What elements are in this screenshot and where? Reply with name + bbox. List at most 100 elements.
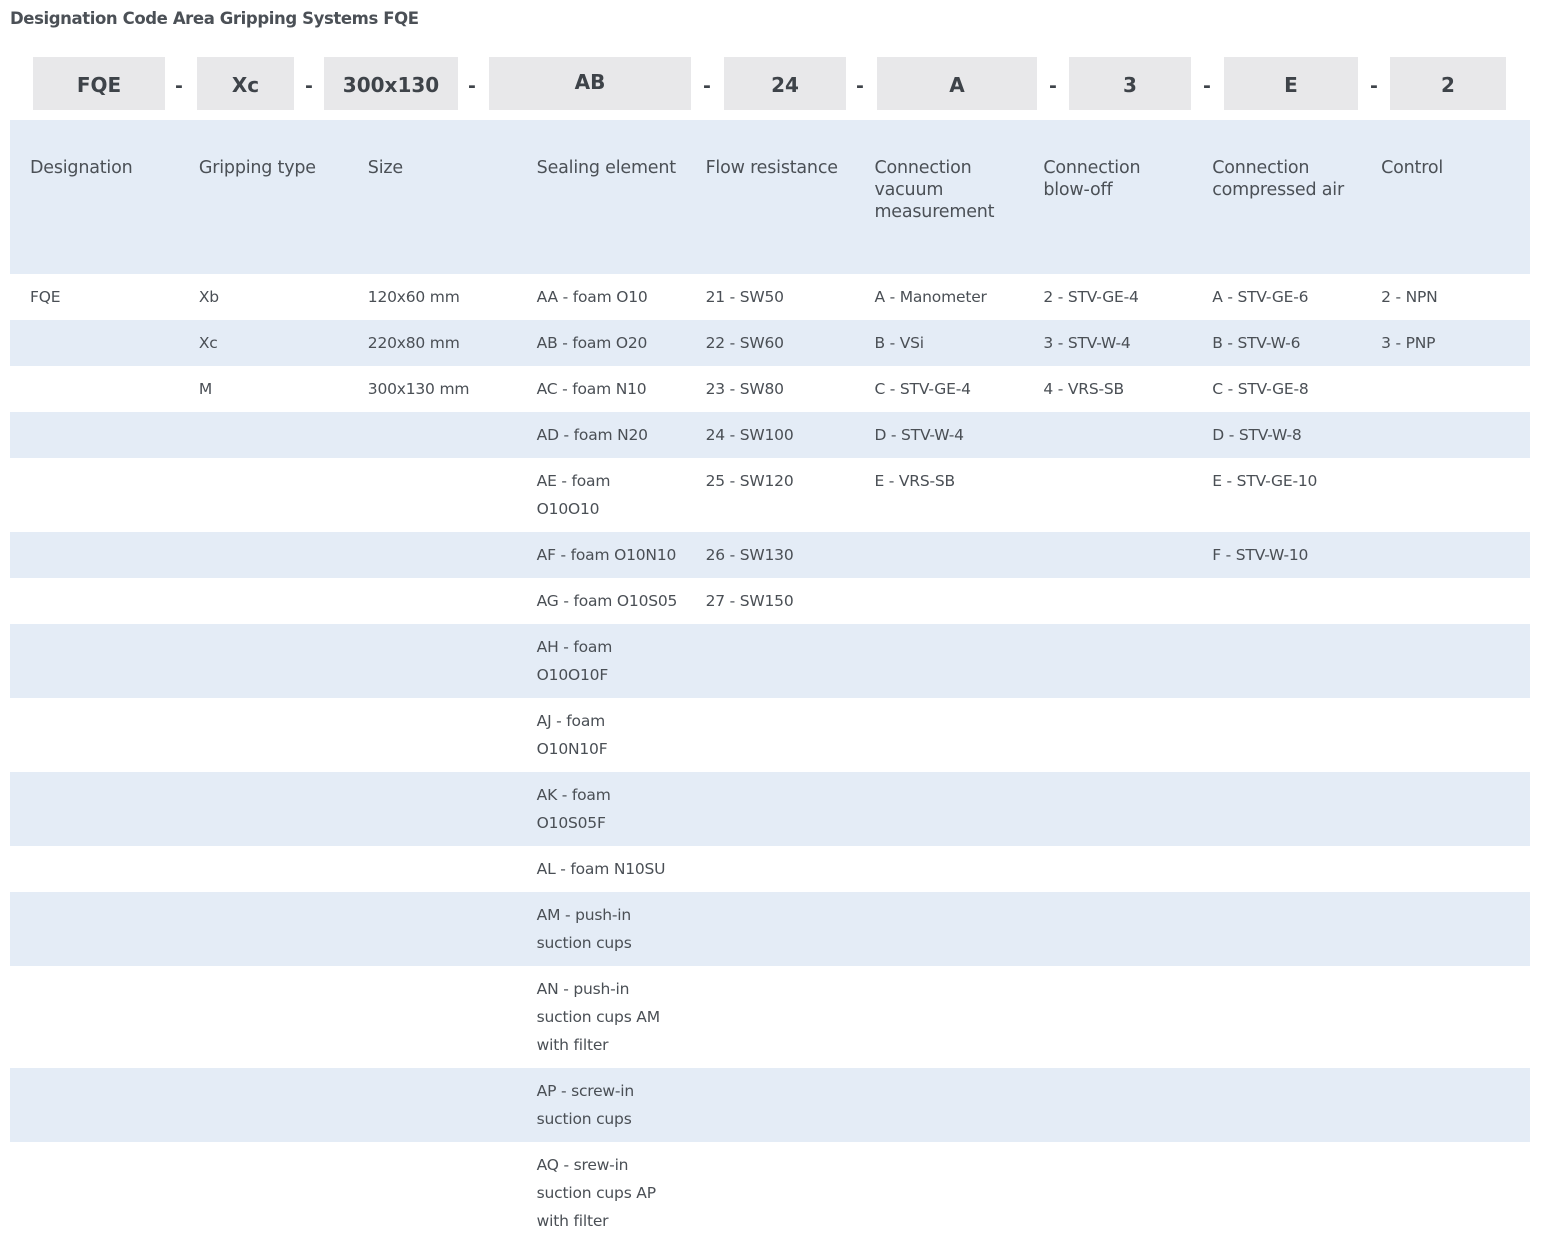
- cell-control: [1361, 578, 1530, 624]
- cell-sealing-element: AJ - foam O10N10F: [536, 712, 608, 758]
- code-separator: -: [856, 74, 864, 97]
- cell-gripping-type: [179, 846, 348, 892]
- cell-compressed-air: [1192, 624, 1362, 698]
- code-segment-vacuum-measurement: A: [877, 57, 1037, 110]
- cell-blow-off: [1023, 624, 1193, 698]
- page-title: Designation Code Area Gripping Systems F…: [10, 9, 419, 28]
- cell-gripping-type: Xb: [198, 288, 219, 306]
- code-segment-size: 300x130: [324, 57, 458, 110]
- cell-control: [1361, 366, 1530, 412]
- table-row: AL - foam N10SU: [10, 846, 1530, 892]
- cell-control: [1361, 846, 1530, 892]
- code-separator: -: [468, 74, 476, 97]
- table-row: AQ - srew-in suction cups AP with filter: [10, 1142, 1530, 1244]
- cell-flow-resistance: [686, 846, 855, 892]
- cell-vacuum-measurement: B - VSi: [854, 320, 1024, 366]
- cell-gripping-type: [178, 532, 348, 578]
- table-row: Xc 220x80 mm AB - foam O20 22 - SW60 B -…: [10, 320, 1531, 366]
- code-segment-sealing-element: AB: [489, 57, 691, 110]
- cell-sealing-element: AN - push-in suction cups AM with filter: [536, 980, 660, 1054]
- cell-vacuum-measurement: E - VRS-SB: [874, 472, 955, 490]
- cell-vacuum-measurement: [854, 578, 1023, 624]
- table-row: AN - push-in suction cups AM with filter: [10, 966, 1530, 1068]
- cell-blow-off: 2 - STV-GE-4: [1043, 288, 1139, 306]
- code-segment-designation: FQE: [33, 57, 165, 110]
- code-segment-compressed-air: E: [1224, 57, 1358, 110]
- cell-sealing-element: AB - foam O20: [516, 320, 686, 366]
- cell-control: [1361, 624, 1531, 698]
- code-separator: -: [1049, 74, 1057, 97]
- cell-sealing-element: AH - foam O10O10F: [516, 624, 686, 698]
- cell-size: [348, 1142, 517, 1244]
- cell-gripping-type: [178, 624, 348, 698]
- cell-compressed-air: [1192, 966, 1361, 1068]
- cell-gripping-type: [179, 458, 348, 532]
- cell-compressed-air: E - STV-GE-10: [1212, 472, 1318, 490]
- cell-blow-off: [1023, 772, 1193, 846]
- table-row: AG - foam O10S05 27 - SW150: [10, 578, 1530, 624]
- cell-vacuum-measurement: [854, 1142, 1023, 1244]
- cell-control: [1361, 1142, 1530, 1244]
- cell-designation: [10, 846, 179, 892]
- cell-designation: [10, 966, 179, 1068]
- header-compressed-air: Connection compressed air: [1192, 120, 1362, 274]
- cell-control: [1361, 698, 1530, 772]
- cell-compressed-air: [1192, 846, 1361, 892]
- cell-blow-off: [1023, 966, 1192, 1068]
- cell-size: [348, 578, 517, 624]
- table-row: M 300x130 mm AC - foam N10 23 - SW80 C -…: [10, 366, 1530, 412]
- cell-control: [1361, 458, 1530, 532]
- code-separator: -: [305, 74, 313, 97]
- cell-compressed-air: [1192, 892, 1362, 966]
- cell-flow-resistance: 21 - SW50: [705, 288, 784, 306]
- cell-blow-off: [1023, 1068, 1193, 1142]
- cell-blow-off: [1023, 458, 1192, 532]
- cell-blow-off: [1023, 1142, 1192, 1244]
- code-segment-control: 2: [1390, 57, 1506, 110]
- cell-control: 2 - NPN: [1381, 288, 1438, 306]
- cell-designation: [10, 366, 179, 412]
- code-separator: -: [1203, 74, 1211, 97]
- cell-sealing-element: AL - foam N10SU: [536, 860, 666, 878]
- cell-sealing-element: AE - foam O10O10: [536, 472, 611, 518]
- cell-sealing-element: AP - screw-in suction cups: [516, 1068, 686, 1142]
- cell-gripping-type: [178, 412, 348, 458]
- cell-sealing-element: AG - foam O10S05: [536, 592, 678, 610]
- cell-sealing-element: AM - push-in suction cups: [516, 892, 686, 966]
- cell-control: [1361, 1068, 1531, 1142]
- cell-sealing-element: AF - foam O10N10: [516, 532, 686, 578]
- header-blow-off: Connection blow-off: [1023, 120, 1193, 274]
- cell-compressed-air: [1192, 1068, 1362, 1142]
- cell-flow-resistance: [686, 1142, 855, 1244]
- table-row: FQE Xb 120x60 mm AA - foam O10 21 - SW50…: [10, 274, 1530, 320]
- cell-size: [348, 966, 517, 1068]
- cell-gripping-type: Xc: [178, 320, 348, 366]
- cell-size: [347, 624, 517, 698]
- cell-gripping-type: [179, 698, 348, 772]
- cell-gripping-type: [179, 1142, 348, 1244]
- cell-compressed-air: [1192, 1142, 1361, 1244]
- cell-compressed-air: D - STV-W-8: [1192, 412, 1362, 458]
- cell-size: 120x60 mm: [367, 288, 460, 306]
- table-header-row: Designation Gripping type Size Sealing e…: [10, 120, 1531, 274]
- header-sealing-element: Sealing element: [516, 120, 686, 274]
- cell-vacuum-measurement: A - Manometer: [874, 288, 987, 306]
- code-separator: -: [703, 74, 711, 97]
- code-segment-flow-resistance: 24: [724, 57, 846, 110]
- cell-flow-resistance: [685, 892, 855, 966]
- cell-gripping-type: [178, 1068, 348, 1142]
- table-row: AK - foam O10S05F: [10, 772, 1531, 846]
- cell-blow-off: 3 - STV-W-4: [1023, 320, 1193, 366]
- cell-control: [1361, 772, 1531, 846]
- table-row: AJ - foam O10N10F: [10, 698, 1530, 772]
- cell-vacuum-measurement: [854, 846, 1023, 892]
- cell-designation: [10, 772, 179, 846]
- cell-flow-resistance: 23 - SW80: [705, 380, 784, 398]
- cell-sealing-element: AC - foam N10: [536, 380, 647, 398]
- code-separator: -: [1370, 74, 1378, 97]
- cell-flow-resistance: 25 - SW120: [705, 472, 794, 490]
- cell-flow-resistance: [685, 624, 855, 698]
- cell-control: 3 - PNP: [1361, 320, 1531, 366]
- cell-sealing-element: AQ - srew-in suction cups AP with filter: [536, 1156, 656, 1230]
- cell-gripping-type: [178, 772, 348, 846]
